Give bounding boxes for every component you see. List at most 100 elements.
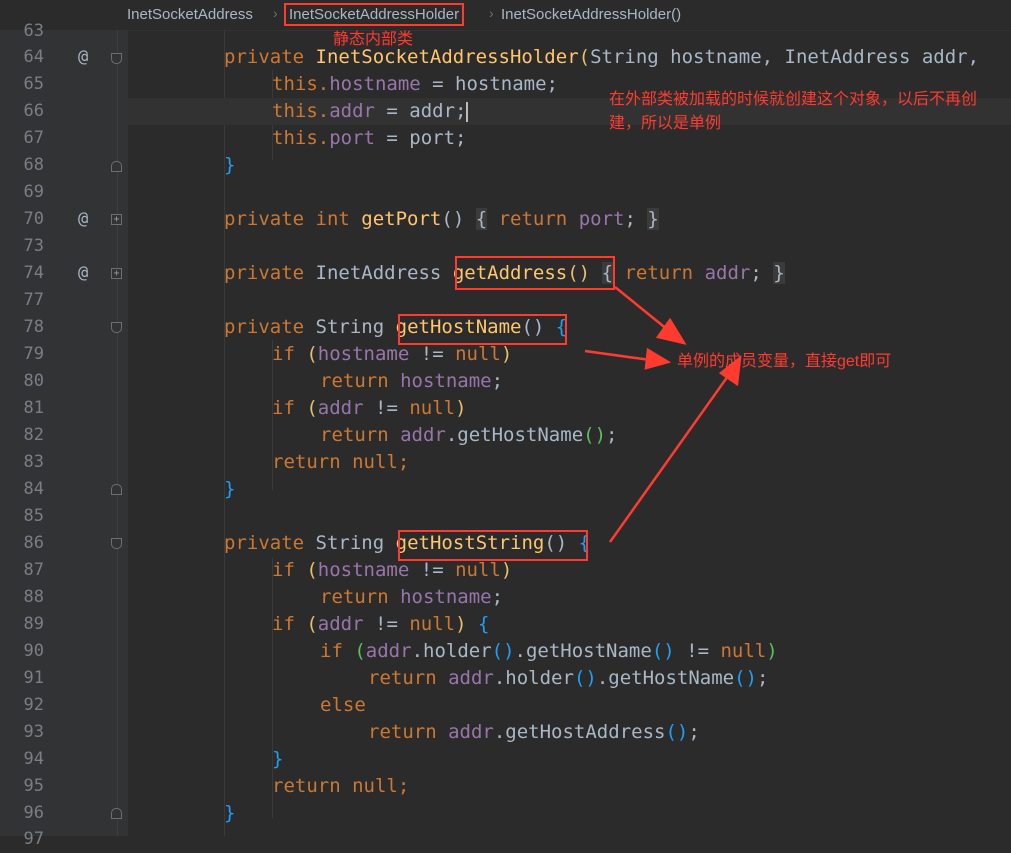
line-number: 92 xyxy=(23,695,44,715)
line-number: 94 xyxy=(23,749,44,769)
breadcrumb: InetSocketAddress › InetSocketAddressHol… xyxy=(0,0,1011,31)
code-line-92: else xyxy=(320,692,366,719)
code-line-65: this.hostname = hostname; xyxy=(272,71,558,98)
field-name: addr xyxy=(704,262,751,284)
highlight-box-gethoststring xyxy=(398,530,588,561)
field-name: port xyxy=(329,127,375,149)
line-number: 67 xyxy=(23,128,44,148)
code-line-81: if (addr != null) xyxy=(272,397,467,419)
field-name: hostname xyxy=(329,73,421,95)
code-line-90: if (addr.holder().getHostName() != null) xyxy=(320,640,778,662)
field-name: port xyxy=(578,208,625,230)
keyword: private int xyxy=(224,208,350,230)
line-number: 97 xyxy=(23,829,44,849)
line-number: 82 xyxy=(23,425,44,445)
line-number: 79 xyxy=(23,344,44,364)
keyword: private xyxy=(224,46,305,68)
operator: != xyxy=(363,397,410,419)
type-name: InetAddress xyxy=(315,262,442,284)
keyword: if xyxy=(272,397,295,419)
line-number: 96 xyxy=(23,803,44,823)
line-number: 95 xyxy=(23,776,44,796)
annotation-created-once: 在外部类被加载的时候就创建这个对象，以后不再创建，所以是单例 xyxy=(609,91,978,132)
keyword: return xyxy=(272,775,341,797)
code-line-80: return hostname; xyxy=(320,370,504,392)
line-number: 84 xyxy=(23,479,44,499)
field-name: addr xyxy=(448,667,494,689)
highlight-box-gethostname xyxy=(398,314,567,345)
text-cursor xyxy=(466,101,469,122)
annotation-static-inner-class: 静态内部类 xyxy=(333,31,414,48)
field-name: hostname xyxy=(317,343,410,365)
code-text: = hostname; xyxy=(420,73,558,95)
override-marker-icon[interactable]: @ xyxy=(78,44,88,71)
code-line-93: return addr.getHostAddress(); xyxy=(368,721,700,743)
keyword: if xyxy=(272,559,295,581)
line-number: 89 xyxy=(23,614,44,634)
keyword: if xyxy=(272,343,295,365)
code-line-91: return addr.holder().getHostName(); xyxy=(368,667,769,689)
method-call: .getHostName xyxy=(445,424,584,446)
line-number: 88 xyxy=(23,587,44,607)
override-marker-icon[interactable]: @ xyxy=(78,206,88,233)
null-literal: null xyxy=(455,559,501,581)
code-line-79: if (hostname != null) xyxy=(272,343,513,365)
fold-expand-icon[interactable]: + xyxy=(111,214,122,225)
line-number: 77 xyxy=(23,290,44,310)
type-name: String xyxy=(315,316,385,338)
field-name: hostname xyxy=(400,370,492,392)
keyword: private xyxy=(224,316,305,338)
this-keyword: this. xyxy=(272,127,330,149)
method-call: .getHostName xyxy=(596,667,735,689)
field-name: addr xyxy=(400,424,446,446)
keyword: return xyxy=(272,451,341,473)
code-line-67: this.port = port; xyxy=(272,125,466,152)
code-line-96: } xyxy=(224,802,236,824)
breadcrumb-item-class[interactable]: InetSocketAddress xyxy=(127,6,253,23)
gutter-divider xyxy=(117,30,118,836)
breadcrumb-item-holder-class[interactable]: InetSocketAddressHolder xyxy=(284,3,465,26)
keyword: return xyxy=(368,721,437,743)
fold-expand-icon[interactable]: + xyxy=(111,268,122,279)
keyword: else xyxy=(320,694,366,716)
fold-end-icon[interactable] xyxy=(111,484,122,495)
code-editor[interactable]: private InetSocketAddressHolder(String h… xyxy=(128,30,1011,836)
annotation-singleton-member: 单例的成员变量，直接get即可 xyxy=(677,353,892,370)
line-number: 93 xyxy=(23,722,44,742)
code-line-66: this.addr = addr; xyxy=(272,98,469,125)
fold-end-icon[interactable] xyxy=(111,808,122,819)
operator: != xyxy=(363,613,410,635)
line-number: 90 xyxy=(23,641,44,661)
null-literal: null xyxy=(352,775,398,797)
code-line-94: } xyxy=(272,748,284,770)
code-line-95: return null; xyxy=(272,775,410,797)
operator: != xyxy=(409,343,456,365)
null-literal: null xyxy=(720,640,767,662)
keyword: return xyxy=(368,667,437,689)
null-literal: null xyxy=(352,451,398,473)
keyword: return xyxy=(320,586,389,608)
keyword: return xyxy=(498,208,568,230)
fold-collapse-icon[interactable] xyxy=(111,322,122,333)
line-number: 73 xyxy=(23,236,44,256)
field-name: addr xyxy=(317,397,364,419)
method-name: getPort xyxy=(361,208,442,230)
line-number: 66 xyxy=(23,101,44,121)
line-number: 65 xyxy=(23,74,44,94)
fold-collapse-icon[interactable] xyxy=(111,53,122,64)
code-text: = port; xyxy=(374,127,467,149)
keyword: return xyxy=(624,262,694,284)
fold-end-icon[interactable] xyxy=(111,161,122,172)
method-call: .holder xyxy=(493,667,574,689)
line-number: 63 xyxy=(23,21,44,41)
breadcrumb-separator: › xyxy=(489,5,494,21)
breadcrumb-item-constructor[interactable]: InetSocketAddressHolder() xyxy=(501,6,681,23)
indent-guide xyxy=(224,30,225,836)
highlight-box-getaddress xyxy=(455,256,615,290)
line-number: 83 xyxy=(23,452,44,472)
keyword: private xyxy=(224,262,305,284)
fold-collapse-icon[interactable] xyxy=(111,538,122,549)
line-number: 81 xyxy=(23,398,44,418)
override-marker-icon[interactable]: @ xyxy=(78,260,88,287)
null-literal: null xyxy=(409,613,456,635)
